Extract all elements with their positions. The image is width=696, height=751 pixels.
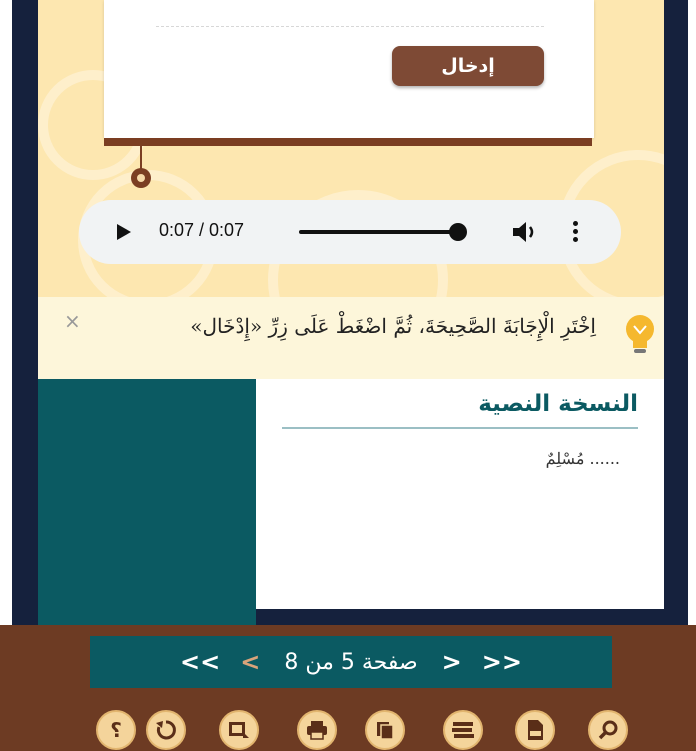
reset-button[interactable]	[146, 710, 186, 750]
page-indicator: صفحة 5 من 8	[284, 649, 418, 675]
text-version-title: النسخة النصية	[478, 391, 638, 417]
previous-page-button[interactable]: <	[240, 648, 260, 676]
side-panel	[38, 379, 256, 625]
title-divider	[282, 427, 638, 429]
lightbulb-icon	[626, 315, 654, 353]
question-card: إدخال	[104, 0, 594, 138]
pdf-file-icon	[528, 720, 543, 740]
card-base	[104, 138, 592, 146]
search-button[interactable]	[588, 710, 628, 750]
books-icon	[452, 722, 474, 738]
print-button[interactable]	[297, 710, 337, 750]
toolbar: ؟	[0, 710, 696, 751]
enter-button[interactable]: إدخال	[392, 46, 544, 86]
help-button[interactable]: ؟	[96, 710, 136, 750]
answer-line	[156, 26, 544, 27]
audio-progress-track[interactable]	[299, 230, 459, 234]
last-page-button[interactable]: >>	[482, 648, 522, 676]
audio-progress-knob[interactable]	[449, 223, 467, 241]
refresh-icon	[156, 720, 176, 740]
video-button[interactable]	[219, 710, 259, 750]
more-options-icon[interactable]	[571, 220, 579, 244]
play-icon[interactable]	[117, 224, 131, 240]
audio-player[interactable]: 0:07 / 0:07	[79, 200, 621, 264]
volume-icon[interactable]	[511, 220, 539, 244]
text-version-panel: النسخة النصية ...... مُسْلِمٌ	[256, 379, 664, 609]
instruction-text: اِخْتَرِ الْإِجَابَةَ الصَّحِيحَةَ، ثُمَ…	[190, 314, 596, 338]
next-page-button[interactable]: >	[442, 648, 462, 676]
instruction-banner: اِخْتَرِ الْإِجَابَةَ الصَّحِيحَةَ، ثُمَ…	[38, 297, 664, 379]
audio-time: 0:07 / 0:07	[159, 220, 245, 240]
pagination: << < صفحة 5 من 8 > >>	[90, 636, 612, 688]
hanger-pin	[131, 168, 151, 188]
search-icon	[598, 720, 618, 740]
help-icon: ؟	[110, 718, 122, 742]
pdf-button[interactable]	[515, 710, 555, 750]
printer-icon	[307, 721, 327, 740]
copy-icon	[377, 722, 394, 740]
library-button[interactable]	[443, 710, 483, 750]
hanger-line	[140, 146, 142, 170]
close-icon[interactable]: ×	[64, 309, 81, 333]
text-version-body: ...... مُسْلِمٌ	[545, 449, 620, 468]
first-page-button[interactable]: <<	[180, 648, 220, 676]
film-icon	[229, 722, 249, 738]
pages-button[interactable]	[365, 710, 405, 750]
